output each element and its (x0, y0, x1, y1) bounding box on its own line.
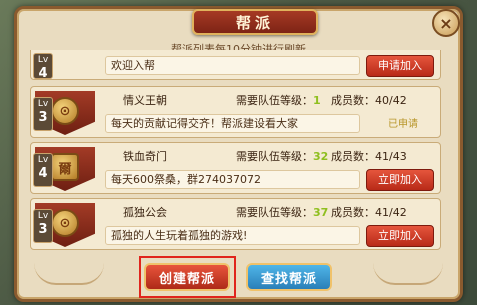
guild-level-badge: Lv 3 (33, 97, 53, 131)
panel-title: 帮派 (192, 9, 318, 35)
guild-emblem-icon: ⊙ (51, 209, 79, 237)
guild-emblem-icon: ⊙ (51, 97, 79, 125)
guild-row: Lv 4 欢迎入帮 申请加入 (30, 50, 441, 80)
guild-level-badge: Lv 4 (33, 53, 53, 80)
guild-name: 孤独公会 (123, 206, 167, 219)
guild-row[interactable]: 爾 Lv 4 铁血奇门 需要队伍等级：32 成员数：41/43 立即加入 每天60… (30, 142, 441, 194)
left-ornament (34, 263, 104, 285)
join-now-button[interactable]: 立即加入 (366, 169, 434, 191)
footer-bar: 创建帮派 查找帮派 (14, 249, 463, 299)
guild-list[interactable]: Lv 4 欢迎入帮 申请加入 ⊙ Lv 3 情义王朝 需要队伍等级：1 成员数：40… (30, 50, 447, 255)
guild-member-count: 成员数：41/43 (331, 150, 407, 163)
guild-member-count: 成员数：40/42 (331, 94, 407, 107)
guild-message: 欢迎入帮 (105, 56, 360, 75)
guild-level-badge: Lv 4 (33, 153, 53, 187)
guild-required-level: 需要队伍等级：1 (236, 94, 321, 107)
guild-row[interactable]: ⊙ Lv 3 情义王朝 需要队伍等级：1 成员数：40/42 已申请 每天的贡献记… (30, 86, 441, 138)
guild-level-badge: Lv 3 (33, 209, 53, 243)
close-icon[interactable]: × (432, 9, 460, 37)
guild-member-count: 成员数：41/42 (331, 206, 407, 219)
guild-message: 每天600祭桑，群274037072 (105, 170, 360, 189)
guild-message: 每天的贡献记得交齐！帮派建设看大家 (105, 114, 360, 133)
guild-message: 孤独的人生玩着孤独的游戏! (105, 226, 360, 245)
guild-emblem-icon: 爾 (51, 153, 79, 181)
find-guild-button[interactable]: 查找帮派 (246, 263, 332, 291)
guild-required-level: 需要队伍等级：37 (236, 206, 329, 219)
guild-row[interactable]: ⊙ Lv 3 孤独公会 需要队伍等级：37 成员数：41/42 立即加入 孤独的人… (30, 198, 441, 250)
guild-name: 情义王朝 (123, 94, 167, 107)
guild-name: 铁血奇门 (123, 150, 167, 163)
join-now-button[interactable]: 立即加入 (366, 225, 434, 247)
guild-required-level: 需要队伍等级：32 (236, 150, 329, 163)
create-guild-button[interactable]: 创建帮派 (144, 263, 230, 291)
applied-status: 已申请 (388, 119, 418, 130)
apply-join-button[interactable]: 申请加入 (366, 55, 434, 77)
right-ornament (373, 263, 443, 285)
